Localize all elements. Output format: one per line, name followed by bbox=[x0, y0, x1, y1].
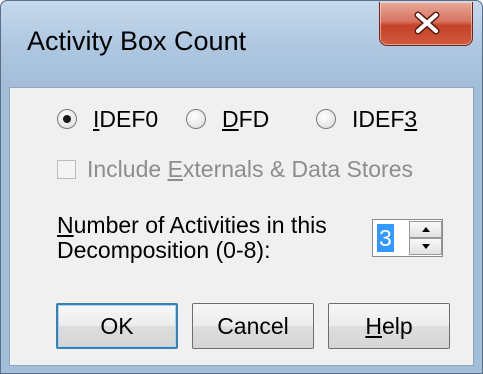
activities-count-label-line2: Decomposition (0-8): bbox=[57, 237, 271, 263]
spin-up-button[interactable] bbox=[409, 221, 442, 238]
spin-down-arrow-icon bbox=[422, 244, 430, 249]
activities-count-value[interactable]: 3 bbox=[377, 224, 394, 252]
radio-dfd-label: DFD bbox=[222, 105, 270, 132]
radio-idef0-button[interactable] bbox=[57, 109, 77, 129]
help-button[interactable]: Help bbox=[328, 303, 450, 349]
radio-idef0[interactable]: IDEF0 bbox=[57, 104, 158, 134]
radio-idef3[interactable]: IDEF3 bbox=[316, 104, 417, 134]
close-icon bbox=[414, 11, 440, 35]
title-bar[interactable]: Activity Box Count bbox=[1, 1, 482, 87]
close-button[interactable] bbox=[379, 2, 473, 46]
include-externals-checkbox bbox=[57, 159, 76, 179]
spin-up-arrow-icon bbox=[422, 227, 430, 232]
spin-down-button[interactable] bbox=[409, 238, 442, 255]
activities-count-label-line1: Number of Activities in this bbox=[57, 212, 327, 238]
radio-dfd-button[interactable] bbox=[186, 109, 206, 129]
dialog-client-area: IDEF0 DFD IDEF3 Include Externals & Data… bbox=[9, 87, 474, 366]
include-externals-checkbox-row: Include Externals & Data Stores bbox=[57, 154, 413, 184]
radio-dfd[interactable]: DFD bbox=[186, 104, 269, 134]
radio-idef3-label: IDEF3 bbox=[352, 105, 418, 132]
include-externals-label: Include Externals & Data Stores bbox=[87, 155, 414, 182]
ok-button[interactable]: OK bbox=[56, 303, 178, 349]
activities-count-spinner[interactable]: 3 bbox=[372, 219, 443, 257]
window-title: Activity Box Count bbox=[27, 26, 247, 56]
activity-box-count-dialog: Activity Box Count IDEF0 DFD IDEF3 Inclu… bbox=[0, 0, 483, 374]
radio-idef0-label: IDEF0 bbox=[93, 105, 159, 132]
activities-count-label: Number of Activities in this Decompositi… bbox=[57, 213, 327, 263]
radio-idef3-button[interactable] bbox=[316, 109, 336, 129]
cancel-button[interactable]: Cancel bbox=[192, 303, 314, 349]
